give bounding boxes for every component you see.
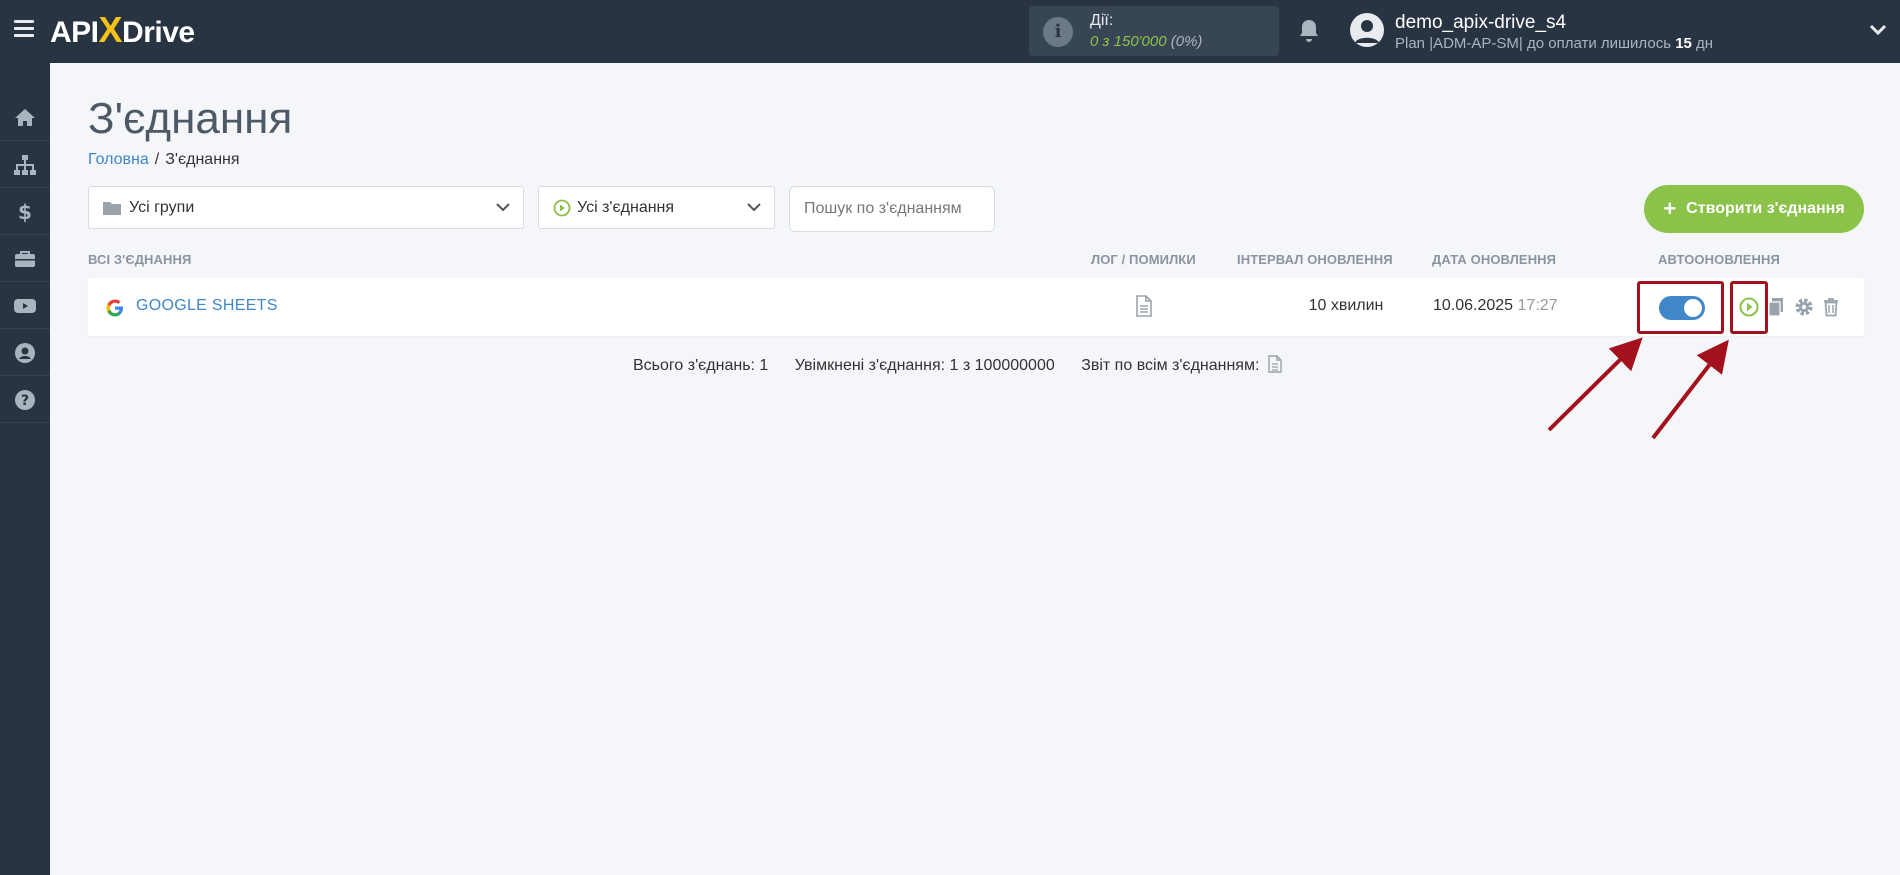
- page-title: З'єднання: [88, 94, 293, 143]
- bell-icon[interactable]: [1297, 18, 1321, 44]
- sidebar-item-home[interactable]: [0, 95, 50, 141]
- arrow-to-toggle: [1547, 337, 1643, 432]
- summary-total: Всього з'єднань: 1: [633, 357, 769, 374]
- table-row: GOOGLE SHEETS 10 хвилин 10.06.2025 17:27: [88, 278, 1864, 336]
- file-icon[interactable]: [1135, 295, 1153, 317]
- sidebar-item-help[interactable]: ?: [0, 377, 50, 423]
- actions-value: 0 з 150'000 (0%): [1090, 33, 1203, 50]
- header-all-connections: ВСІ З'ЄДНАННЯ: [88, 252, 192, 267]
- sitemap-icon: [14, 154, 36, 175]
- update-date: 10.06.2025 17:27: [1433, 297, 1558, 314]
- folder-icon: [103, 201, 121, 215]
- groups-select[interactable]: Усі групи: [88, 186, 524, 229]
- sidebar-item-connections[interactable]: [0, 142, 50, 188]
- user-name[interactable]: demo_apix-drive_s4: [1395, 12, 1566, 34]
- home-icon: [15, 108, 35, 126]
- plus-icon: +: [1663, 196, 1677, 221]
- summary-report: Звіт по всім з'єднанням:: [1081, 357, 1260, 374]
- actions-counter: i Дії: 0 з 150'000 (0%): [1029, 6, 1279, 56]
- search-input[interactable]: [789, 186, 995, 232]
- sidebar-item-billing[interactable]: $: [0, 189, 50, 235]
- chevron-down-icon: [496, 203, 510, 212]
- create-connection-button[interactable]: + Створити з'єднання: [1644, 185, 1864, 233]
- google-icon: [106, 299, 123, 317]
- trash-icon[interactable]: [1820, 296, 1842, 318]
- file-icon[interactable]: [1268, 355, 1282, 373]
- header-log: ЛОГ / ПОМИЛКИ: [1091, 252, 1196, 267]
- header-date: ДАТА ОНОВЛЕННЯ: [1432, 252, 1557, 267]
- user-circle-icon: [15, 342, 35, 363]
- info-icon: i: [1043, 17, 1073, 47]
- highlight-run-box: [1730, 281, 1768, 334]
- play-circle-icon: [553, 199, 571, 216]
- svg-text:?: ?: [21, 393, 29, 409]
- header-interval: ІНТЕРВАЛ ОНОВЛЕННЯ: [1237, 252, 1393, 267]
- header-autoupdate: АВТООНОВЛЕННЯ: [1658, 252, 1780, 267]
- sidebar-item-account[interactable]: [0, 330, 50, 376]
- top-bar: APIXDrive i Дії: 0 з 150'000 (0%) demo_a…: [0, 0, 1900, 63]
- breadcrumb-current: З'єднання: [165, 151, 240, 168]
- connection-name[interactable]: GOOGLE SHEETS: [136, 297, 278, 315]
- logo[interactable]: APIXDrive: [50, 10, 195, 50]
- chevron-down-icon[interactable]: [1868, 22, 1888, 38]
- sidebar-item-services[interactable]: [0, 236, 50, 282]
- youtube-icon: [14, 298, 36, 313]
- actions-label: Дії:: [1090, 12, 1114, 29]
- menu-icon[interactable]: [14, 20, 34, 38]
- breadcrumb: Головна / З'єднання: [88, 151, 240, 168]
- briefcase-icon: [15, 250, 35, 267]
- summary-bar: Всього з'єднань: 1 Увімкнені з'єднання: …: [633, 355, 1282, 375]
- sidebar: $ ?: [0, 63, 50, 875]
- arrow-to-run: [1651, 339, 1729, 440]
- highlight-autoupdate-box: [1637, 281, 1724, 334]
- breadcrumb-home[interactable]: Головна: [88, 151, 149, 168]
- chevron-down-icon: [747, 203, 761, 212]
- gear-icon[interactable]: [1793, 296, 1815, 318]
- avatar[interactable]: [1350, 13, 1384, 47]
- dollar-icon: $: [18, 200, 32, 224]
- sidebar-item-video[interactable]: [0, 283, 50, 329]
- svg-text:$: $: [18, 200, 32, 224]
- question-icon: ?: [15, 389, 35, 410]
- update-interval: 10 хвилин: [1308, 297, 1384, 314]
- copy-icon[interactable]: [1766, 296, 1788, 318]
- connections-select[interactable]: Усі з'єднання: [538, 186, 775, 229]
- user-plan: Plan |ADM-AP-SM| до оплати лишилось 15 д…: [1395, 35, 1714, 52]
- summary-enabled: Увімкнені з'єднання: 1 з 100000000: [794, 357, 1055, 374]
